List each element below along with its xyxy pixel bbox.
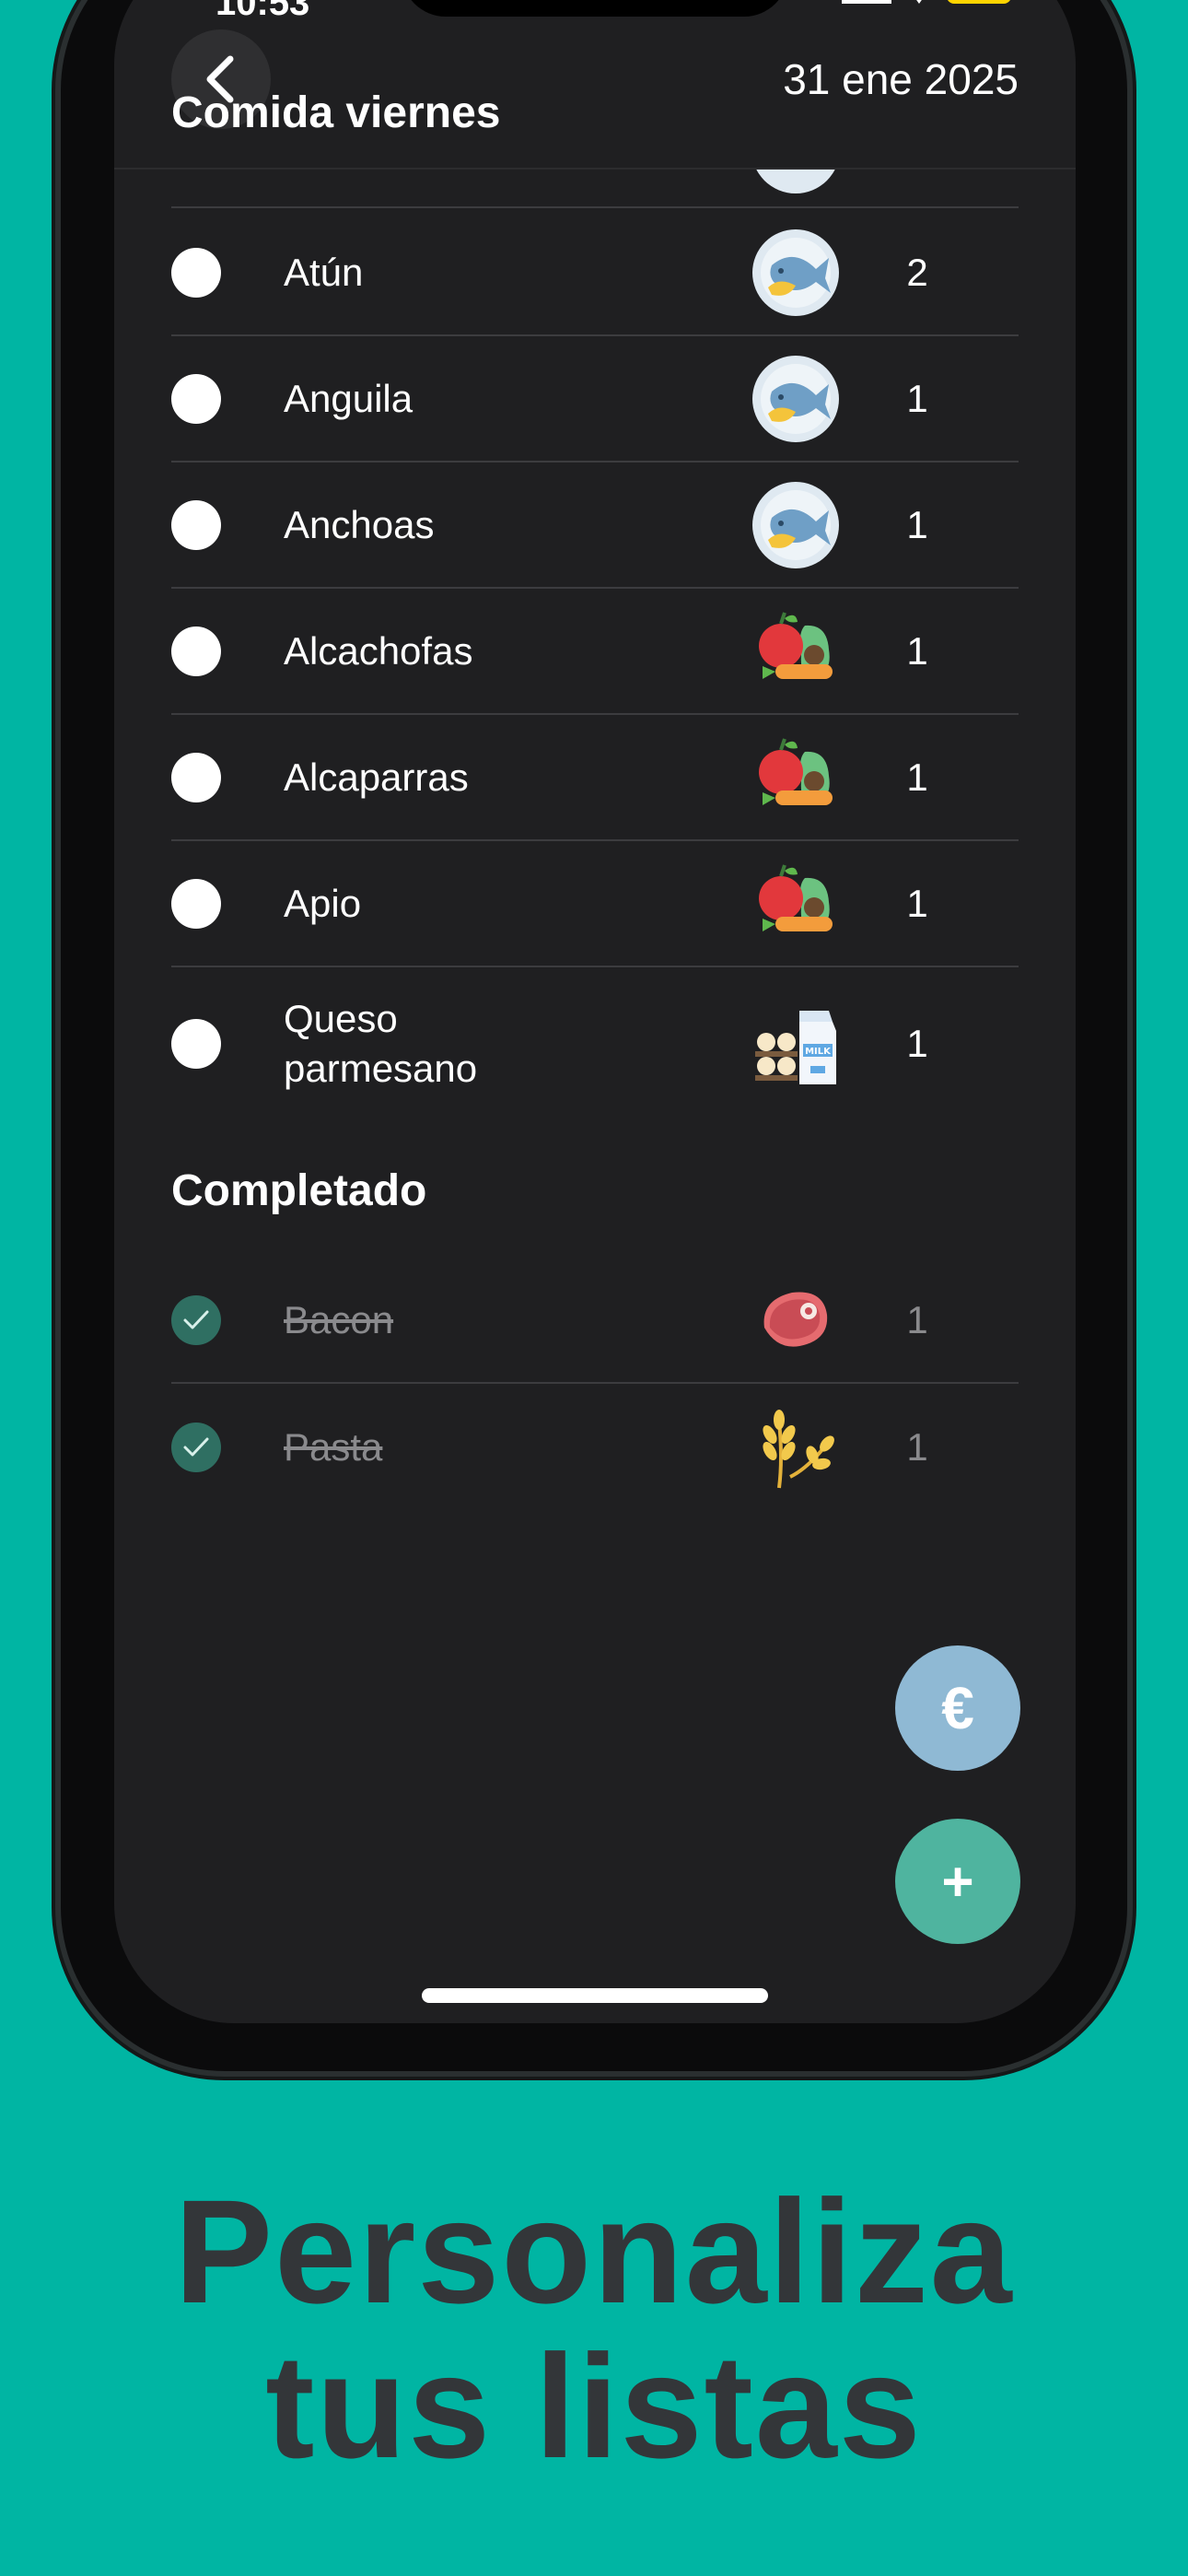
produce-icon [751, 860, 840, 948]
promo-line-2: tus listas [265, 2324, 923, 2488]
list-title: Comida viernes [171, 88, 501, 137]
checkmark-icon [183, 1310, 209, 1329]
grain-icon [751, 1403, 840, 1492]
item-checkbox-checked[interactable] [171, 1294, 221, 1345]
completed-section-title: Completado [171, 1166, 427, 1215]
item-name: Atún [284, 250, 364, 294]
battery-icon [947, 0, 1011, 4]
fish-plate-icon [751, 170, 840, 193]
dairy-icon: MILK [751, 1000, 840, 1088]
item-quantity: 2 [906, 250, 928, 294]
completed-item[interactable]: Pasta 1 [171, 1384, 1019, 1510]
item-checkbox[interactable] [171, 1018, 221, 1069]
item-checkbox[interactable] [171, 626, 221, 676]
item-name: Bacon [284, 1297, 394, 1341]
item-checkbox[interactable] [171, 373, 221, 424]
item-checkbox-checked[interactable] [171, 1422, 221, 1472]
status-time: 10:53 [215, 0, 309, 17]
item-name: Apio [284, 881, 362, 925]
item-checkbox[interactable] [171, 752, 221, 802]
item-name: Pasta [284, 1424, 383, 1469]
item-checkbox[interactable] [171, 878, 221, 929]
item-name: Anchoas [284, 502, 435, 546]
dynamic-island [402, 0, 788, 17]
promo-line-1: Personaliza [174, 2169, 1014, 2334]
completed-item[interactable]: Bacon 1 [171, 1258, 1019, 1384]
item-quantity: 1 [906, 1297, 928, 1341]
item-name: Alcachofas [284, 628, 473, 673]
produce-icon [751, 607, 840, 696]
home-indicator [422, 1988, 768, 2003]
promo-headline: Personaliza tus listas [0, 2174, 1188, 2484]
checkmark-icon [183, 1437, 209, 1456]
phone-screen: 10:53 31 ene 2025 Comida viernes Atún [114, 0, 1076, 2023]
svg-text:MILK: MILK [805, 1047, 832, 1057]
app-store-screenshot: 10:53 31 ene 2025 Comida viernes Atún [0, 0, 1188, 2576]
list-item[interactable]: Queso parmesano MILK 1 [171, 967, 1019, 1119]
fish-plate-icon [751, 481, 840, 569]
euro-icon: € [941, 1675, 974, 1741]
list-item[interactable]: Alcachofas 1 [171, 589, 1019, 715]
list-item[interactable]: Alcaparras 1 [171, 715, 1019, 841]
list-item[interactable]: Apio 1 [171, 841, 1019, 967]
budget-button[interactable]: € [895, 1645, 1020, 1771]
item-quantity: 1 [906, 755, 928, 799]
fish-plate-icon [751, 355, 840, 443]
item-checkbox[interactable] [171, 247, 221, 298]
add-item-button[interactable]: + [895, 1819, 1020, 1944]
list-item[interactable]: Anchoas 1 [171, 463, 1019, 589]
item-name: Alcaparras [284, 755, 469, 799]
item-quantity: 1 [906, 1424, 928, 1469]
item-name: Anguila [284, 376, 413, 420]
item-quantity: 1 [906, 628, 928, 673]
list-item-partial [171, 170, 1019, 208]
list-item[interactable]: Atún 2 [171, 210, 1019, 336]
item-quantity: 1 [906, 881, 928, 925]
list-items: Atún 2 Anguila 1 Anchoas 1 Alcachofas 1 … [171, 210, 1019, 1510]
phone-volume-down [52, 687, 61, 853]
list-item[interactable]: Anguila 1 [171, 336, 1019, 463]
plus-icon: + [941, 1850, 974, 1913]
produce-icon [751, 733, 840, 822]
phone-power-button [1127, 533, 1136, 800]
item-checkbox[interactable] [171, 499, 221, 550]
status-icons [842, 0, 1011, 4]
fish-plate-icon [751, 228, 840, 317]
meat-icon [751, 1276, 840, 1364]
item-quantity: 1 [906, 502, 928, 546]
row-divider [171, 206, 1019, 208]
completed-section-header: Completado [171, 1119, 1019, 1258]
wifi-icon [910, 0, 928, 4]
item-quantity: 1 [906, 376, 928, 420]
list-date: 31 ene 2025 [783, 55, 1019, 103]
phone-volume-up [52, 477, 61, 643]
item-quantity: 1 [906, 1021, 928, 1065]
signal-icon [842, 0, 891, 4]
phone-side-button [52, 319, 61, 400]
item-name: Queso parmesano [284, 996, 478, 1090]
